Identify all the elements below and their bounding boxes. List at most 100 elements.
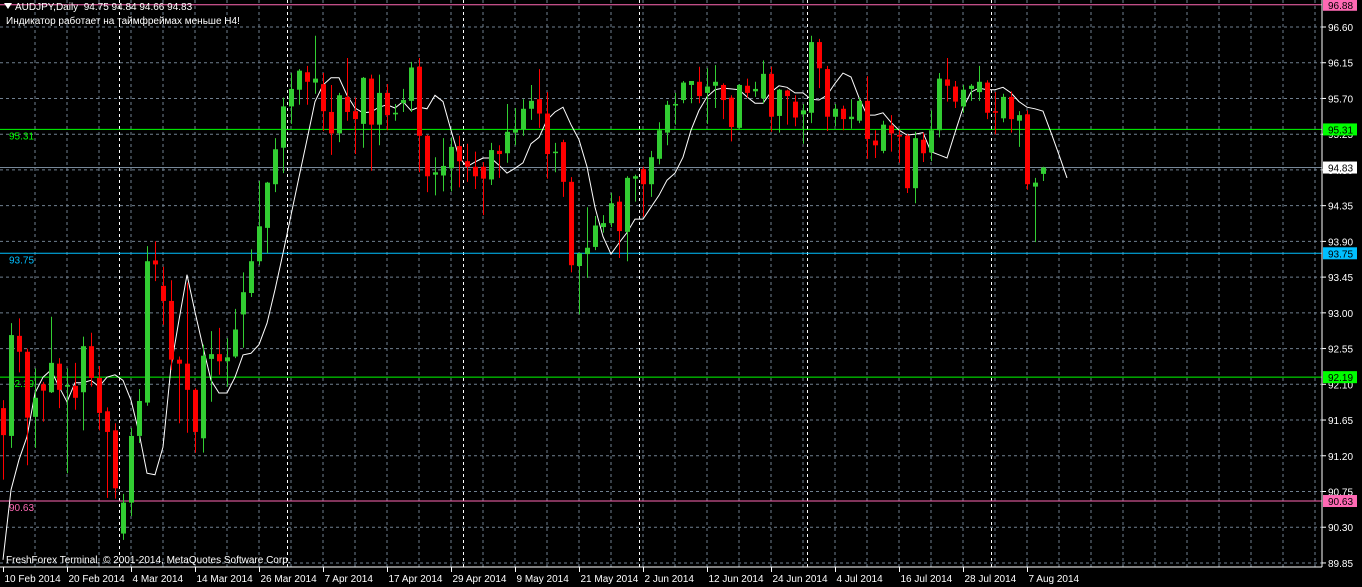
candle-body bbox=[401, 100, 406, 104]
candle-body bbox=[353, 111, 358, 120]
candle-body bbox=[881, 124, 886, 151]
candle-body bbox=[497, 150, 502, 155]
candle bbox=[145, 246, 150, 406]
candle-body bbox=[729, 97, 734, 128]
candle-body bbox=[209, 354, 214, 359]
candle-body bbox=[313, 78, 318, 83]
price-chart[interactable]: 95.3193.7592.1990.63 96.6096.1595.7095.2… bbox=[0, 0, 1362, 587]
y-tick-label: 91.20 bbox=[1328, 452, 1353, 463]
x-tick-label: 17 Apr 2014 bbox=[389, 574, 443, 585]
candle-body bbox=[889, 125, 894, 134]
candle-body bbox=[377, 92, 382, 125]
level-left-label: 93.75 bbox=[9, 255, 34, 266]
y-tick-label: 91.65 bbox=[1328, 416, 1353, 427]
candle bbox=[1025, 110, 1030, 190]
candle-body bbox=[193, 389, 198, 432]
y-tick-label: 95.70 bbox=[1328, 94, 1353, 105]
x-tick-label: 21 May 2014 bbox=[581, 574, 639, 585]
x-tick-label: 9 May 2014 bbox=[517, 574, 570, 585]
candle-body bbox=[713, 81, 718, 86]
y-tick-label: 90.30 bbox=[1328, 523, 1353, 534]
candle-body bbox=[153, 260, 158, 265]
candle-body bbox=[745, 85, 750, 93]
candle bbox=[809, 35, 814, 124]
candle-body bbox=[329, 111, 334, 134]
candle-body bbox=[977, 81, 982, 93]
candle-body bbox=[241, 292, 246, 315]
candle-body bbox=[833, 108, 838, 117]
candle bbox=[569, 177, 574, 273]
candle-body bbox=[321, 84, 326, 112]
candle-body bbox=[289, 88, 294, 107]
candle-body bbox=[953, 86, 958, 102]
candle-body bbox=[425, 135, 430, 177]
candle-body bbox=[737, 84, 742, 128]
candle bbox=[1001, 93, 1006, 123]
candle-body bbox=[393, 112, 398, 115]
candle-body bbox=[305, 72, 310, 82]
candle-body bbox=[921, 139, 926, 154]
candle-body bbox=[649, 157, 654, 185]
candle-body bbox=[185, 363, 190, 390]
candle-body bbox=[473, 166, 478, 177]
y-tick-label: 96.15 bbox=[1328, 59, 1353, 70]
x-tick-label: 4 Jul 2014 bbox=[837, 574, 884, 585]
candle bbox=[681, 80, 686, 104]
price-tag-label: 94.83 bbox=[1328, 164, 1353, 175]
price-tag-label: 93.75 bbox=[1328, 249, 1353, 260]
candle-body bbox=[105, 411, 110, 432]
candle bbox=[737, 84, 742, 129]
y-tick-label: 96.60 bbox=[1328, 23, 1353, 34]
candle-body bbox=[537, 99, 542, 114]
candle-body bbox=[753, 88, 758, 92]
candle bbox=[201, 344, 206, 453]
x-tick-label: 12 Jun 2014 bbox=[709, 574, 764, 585]
candle-body bbox=[761, 73, 766, 99]
candle-body bbox=[1001, 96, 1006, 119]
price-tag-label: 90.63 bbox=[1328, 497, 1353, 508]
x-tick-label: 26 Mar 2014 bbox=[261, 574, 318, 585]
indicator-notice: Индикатор работает на таймфреймах меньше… bbox=[6, 16, 240, 27]
candle bbox=[113, 423, 118, 499]
candle-body bbox=[641, 169, 646, 185]
level-left-label: 90.63 bbox=[9, 503, 34, 514]
candle-body bbox=[665, 104, 670, 133]
candle-body bbox=[33, 397, 38, 417]
candle-body bbox=[369, 78, 374, 125]
candle-body bbox=[137, 400, 142, 436]
x-tick-label: 7 Aug 2014 bbox=[1029, 574, 1080, 585]
candle-body bbox=[177, 359, 182, 364]
x-tick-label: 16 Jul 2014 bbox=[901, 574, 953, 585]
candle-body bbox=[345, 96, 350, 112]
candle-body bbox=[569, 181, 574, 266]
candle-body bbox=[769, 73, 774, 117]
candle-body bbox=[609, 203, 614, 224]
candle-body bbox=[993, 111, 998, 113]
candle-body bbox=[1009, 96, 1014, 120]
candle-body bbox=[1041, 167, 1046, 174]
candle-body bbox=[657, 130, 662, 159]
candle-body bbox=[865, 100, 870, 139]
candle-body bbox=[681, 82, 686, 101]
candle-body bbox=[41, 384, 46, 391]
copyright-text: FreshForex Terminal, © 2001-2014, MetaQu… bbox=[6, 555, 291, 566]
candle-body bbox=[25, 351, 30, 418]
candle-body bbox=[129, 435, 134, 503]
candle-body bbox=[825, 69, 830, 117]
candle-body bbox=[249, 261, 254, 293]
candle-body bbox=[385, 92, 390, 116]
candle-body bbox=[857, 100, 862, 121]
candle-body bbox=[201, 355, 206, 439]
candle-body bbox=[233, 329, 238, 357]
candle-body bbox=[217, 354, 222, 362]
candle-body bbox=[9, 335, 14, 436]
candle-body bbox=[585, 247, 590, 255]
candle-body bbox=[169, 300, 174, 360]
candle-body bbox=[161, 285, 166, 301]
dropdown-triangle-icon[interactable] bbox=[4, 3, 12, 9]
candle-body bbox=[297, 70, 302, 90]
candle bbox=[905, 134, 910, 193]
candle-body bbox=[145, 261, 150, 403]
candle-body bbox=[113, 430, 118, 489]
candle-body bbox=[689, 80, 694, 85]
